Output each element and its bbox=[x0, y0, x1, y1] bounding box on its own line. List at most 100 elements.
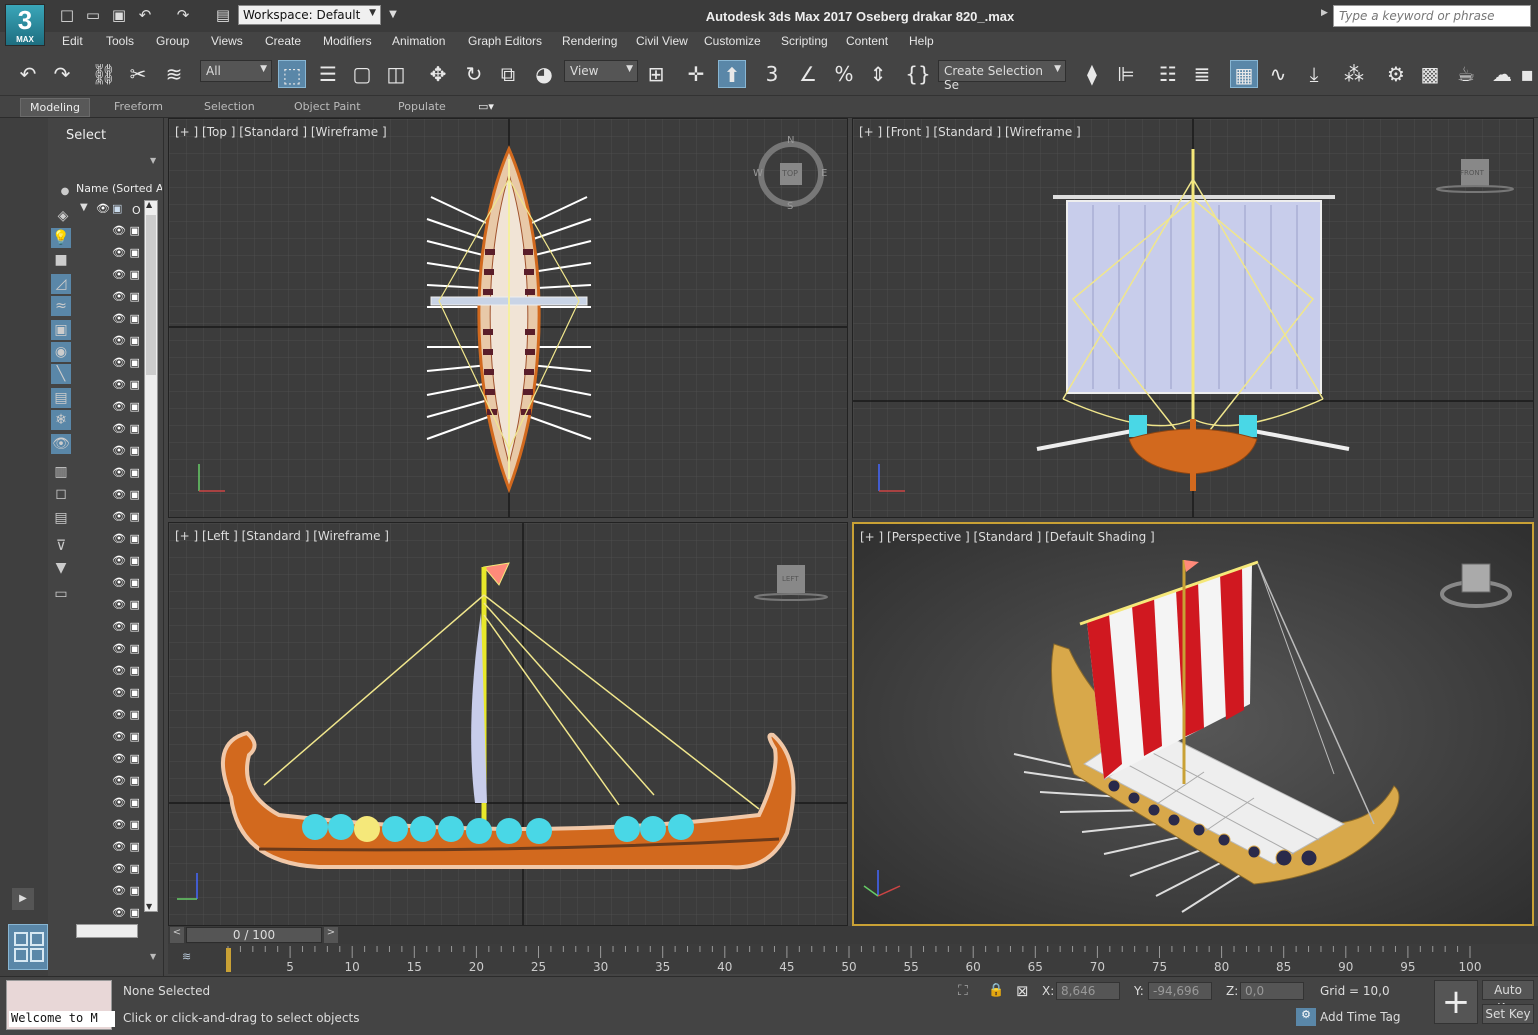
named-selection-dropdown[interactable]: Create Selection Se ▼ bbox=[938, 60, 1066, 92]
place-icon[interactable]: ◕ bbox=[530, 60, 558, 88]
chevron-down-icon[interactable]: ▼ bbox=[150, 952, 156, 961]
time-slider[interactable]: 0 / 100 bbox=[186, 927, 322, 943]
scene-row-visibility-icon[interactable]: 👁 ▣ bbox=[112, 224, 140, 237]
tab-populate[interactable]: Populate bbox=[390, 98, 454, 117]
scene-row-visibility-icon[interactable]: 👁 ▣ bbox=[112, 246, 140, 259]
workspace-dropdown[interactable]: Workspace: Default ▼ bbox=[238, 5, 381, 25]
scene-row-visibility-icon[interactable]: 👁 ▣ bbox=[112, 598, 140, 611]
eye-icon[interactable]: 👁 bbox=[96, 202, 110, 215]
scene-scrollbar[interactable]: ▲ ▼ bbox=[144, 200, 158, 912]
menu-scripting[interactable]: Scripting bbox=[781, 34, 828, 48]
search-expand-icon[interactable]: ▶ bbox=[1321, 8, 1328, 18]
menu-graph-editors[interactable]: Graph Editors bbox=[468, 34, 542, 48]
selection-filter-dropdown[interactable]: All ▼ bbox=[200, 60, 272, 82]
viewcube-front-face[interactable]: FRONT bbox=[1460, 169, 1484, 177]
curve-editor-mini-icon[interactable]: ≋ bbox=[182, 950, 191, 963]
scene-row-visibility-icon[interactable]: 👁 ▣ bbox=[112, 840, 140, 853]
window-crossing-icon[interactable]: ◫ bbox=[382, 60, 410, 88]
select-manipulate-icon[interactable]: ✛ bbox=[682, 60, 710, 88]
open-folder-icon[interactable]: ▭ bbox=[84, 6, 102, 24]
scene-row-visibility-icon[interactable]: 👁 ▣ bbox=[112, 378, 140, 391]
render-production-icon[interactable]: ☕ bbox=[1452, 60, 1480, 88]
horizontal-scrollbar[interactable] bbox=[76, 924, 138, 938]
pivot-center-icon[interactable]: ⊞ bbox=[642, 60, 670, 88]
scene-row-visibility-icon[interactable]: 👁 ▣ bbox=[112, 642, 140, 655]
mirror-icon[interactable]: ⧫ bbox=[1078, 60, 1106, 88]
display-none-icon[interactable]: ● bbox=[55, 182, 75, 202]
reference-coord-dropdown[interactable]: View ▼ bbox=[564, 60, 638, 82]
scroll-down-icon[interactable]: ▼ bbox=[146, 902, 152, 911]
viewport-perspective-label[interactable]: [+ ] [Perspective ] [Standard ] [Default… bbox=[860, 530, 1155, 544]
menu-animation[interactable]: Animation bbox=[392, 34, 445, 48]
scene-row-visibility-icon[interactable]: 👁 ▣ bbox=[112, 290, 140, 303]
viewport-layout-icon[interactable] bbox=[8, 924, 48, 970]
unlink-icon[interactable]: ✂ bbox=[124, 60, 152, 88]
link-icon[interactable]: ⛓ bbox=[90, 60, 118, 88]
menu-views[interactable]: Views bbox=[211, 34, 243, 48]
viewport-top-label[interactable]: [+ ] [Top ] [Standard ] [Wireframe ] bbox=[175, 125, 387, 139]
x-coordinate-field[interactable]: 8,646 bbox=[1056, 982, 1120, 1000]
scene-row-visibility-icon[interactable]: 👁 ▣ bbox=[112, 554, 140, 567]
bones-filter-icon[interactable]: ╲ bbox=[51, 364, 71, 384]
scene-row-visibility-icon[interactable]: 👁 ▣ bbox=[112, 686, 140, 699]
absolute-mode-icon[interactable]: ⊠ bbox=[1016, 982, 1029, 1000]
ribbon-toggle-icon[interactable]: ▦ bbox=[1230, 60, 1258, 88]
scene-row-visibility-icon[interactable]: 👁 ▣ bbox=[112, 708, 140, 721]
project-folder-icon[interactable]: ▤ bbox=[214, 6, 232, 24]
scene-row-visibility-icon[interactable]: 👁 ▣ bbox=[112, 752, 140, 765]
explorer-options-icon[interactable]: ▭ bbox=[51, 584, 71, 604]
layer-explorer-icon[interactable]: ☷ bbox=[1154, 60, 1182, 88]
rotate-icon[interactable]: ↻ bbox=[460, 60, 488, 88]
scene-row-visibility-icon[interactable]: 👁 ▣ bbox=[112, 796, 140, 809]
scene-row-visibility-icon[interactable]: 👁 ▣ bbox=[112, 334, 140, 347]
scene-row-visibility-icon[interactable]: 👁 ▣ bbox=[112, 444, 140, 457]
viewport-front-label[interactable]: [+ ] [Front ] [Standard ] [Wireframe ] bbox=[859, 125, 1081, 139]
filter-icon[interactable]: ▼ bbox=[51, 558, 71, 578]
percent-snap-icon[interactable]: % bbox=[830, 60, 858, 88]
groups-filter-icon[interactable]: ▣ bbox=[51, 320, 71, 340]
frozen-filter-icon[interactable]: ❄ bbox=[51, 410, 71, 430]
hidden-filter-icon[interactable]: 👁 bbox=[51, 434, 71, 454]
time-tag-icon[interactable]: ⚙ bbox=[1296, 1008, 1316, 1026]
new-file-icon[interactable]: □ bbox=[58, 6, 76, 24]
containers-filter-icon[interactable]: ▤ bbox=[51, 388, 71, 408]
rect-selection-icon[interactable]: ▢ bbox=[348, 60, 376, 88]
move-icon[interactable]: ✥ bbox=[424, 60, 452, 88]
scene-row-visibility-icon[interactable]: 👁 ▣ bbox=[112, 532, 140, 545]
render-setup-icon[interactable]: ⚙ bbox=[1382, 60, 1410, 88]
search-input[interactable]: Type a keyword or phrase bbox=[1333, 5, 1531, 27]
scene-row-visibility-icon[interactable]: 👁 ▣ bbox=[112, 510, 140, 523]
geometry-filter-icon[interactable]: ◈ bbox=[53, 206, 73, 226]
scene-row-visibility-icon[interactable]: 👁 ▣ bbox=[112, 312, 140, 325]
keyboard-shortcut-override-icon[interactable]: ⬆ bbox=[718, 60, 746, 88]
selection-list-icon[interactable]: ◻ bbox=[51, 484, 71, 504]
sort-list-icon[interactable]: ▤ bbox=[51, 508, 71, 528]
maxscript-output[interactable]: Welcome to M bbox=[9, 1011, 115, 1027]
edit-named-selection-icon[interactable]: {} bbox=[904, 60, 932, 88]
helpers-filter-icon[interactable]: ◿ bbox=[51, 274, 71, 294]
chevron-down-icon[interactable]: ▼ bbox=[150, 156, 156, 165]
xrefs-filter-icon[interactable]: ◉ bbox=[51, 342, 71, 362]
tab-freeform[interactable]: Freeform bbox=[106, 98, 171, 117]
menu-edit[interactable]: Edit bbox=[62, 34, 83, 48]
quick-access-menu-icon[interactable]: ▼ bbox=[384, 6, 402, 24]
scene-first-item[interactable]: O bbox=[132, 204, 141, 217]
auto-key-button[interactable]: Auto Key bbox=[1482, 980, 1534, 1015]
align-icon[interactable]: ⊫ bbox=[1112, 60, 1140, 88]
scene-row-visibility-icon[interactable]: 👁 ▣ bbox=[112, 422, 140, 435]
viewport-left[interactable]: LEFT [+ ] [Left ] [Standard ] [Wireframe… bbox=[168, 522, 848, 926]
ribbon-options-icon[interactable]: ▭▾ bbox=[470, 98, 502, 117]
set-key-button[interactable]: Set Key bbox=[1482, 1004, 1534, 1024]
menu-group[interactable]: Group bbox=[156, 34, 189, 48]
y-coordinate-field[interactable]: -94,696 bbox=[1148, 982, 1212, 1000]
name-column-header[interactable]: Name (Sorted Asc bbox=[76, 182, 162, 195]
time-prev-icon[interactable]: < bbox=[170, 927, 184, 943]
time-next-icon[interactable]: > bbox=[324, 927, 338, 943]
menu-customize[interactable]: Customize bbox=[704, 34, 761, 48]
curve-editor-icon[interactable]: ∿ bbox=[1264, 60, 1292, 88]
z-coordinate-field[interactable]: 0,0 bbox=[1240, 982, 1304, 1000]
scene-row-visibility-icon[interactable]: 👁 ▣ bbox=[112, 356, 140, 369]
scale-icon[interactable]: ⧉ bbox=[494, 60, 522, 88]
menu-content[interactable]: Content bbox=[846, 34, 888, 48]
select-by-name-icon[interactable]: ☰ bbox=[314, 60, 342, 88]
